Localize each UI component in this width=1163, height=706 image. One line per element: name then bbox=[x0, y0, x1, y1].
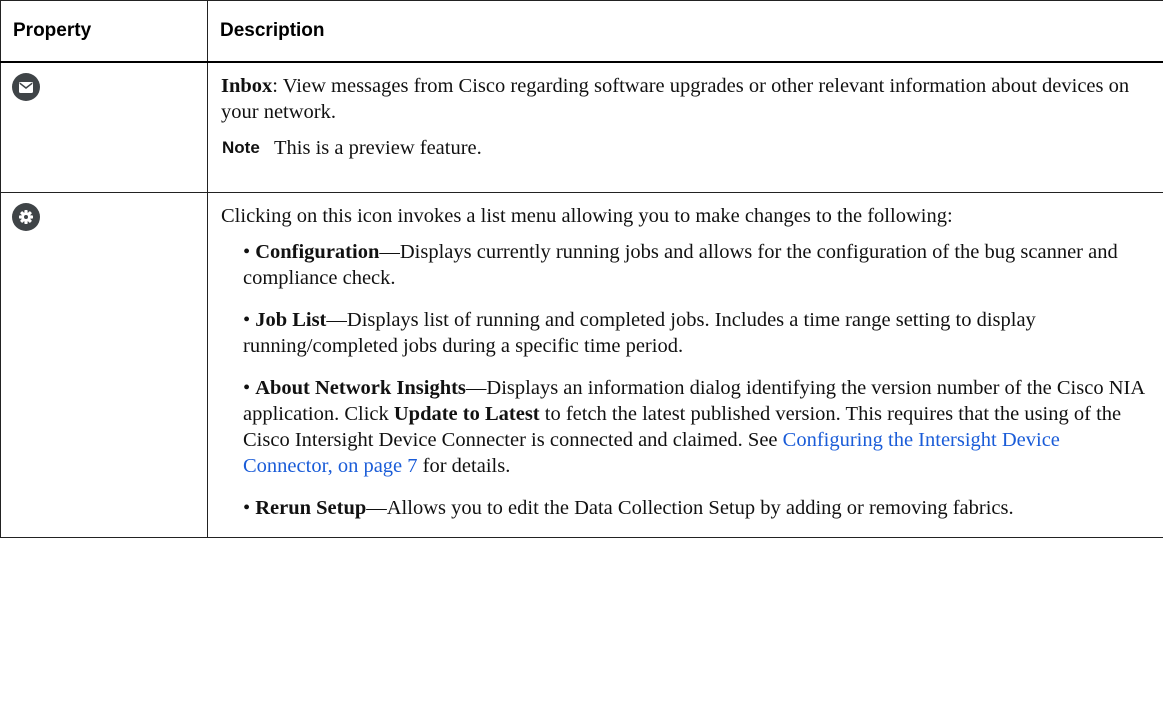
inbox-text: : View messages from Cisco regarding sof… bbox=[221, 75, 1130, 123]
header-description: Description bbox=[207, 0, 1163, 63]
settings-list: • Configuration—Displays currently runnin… bbox=[221, 239, 1149, 521]
inbox-title: Inbox bbox=[221, 75, 273, 97]
settings-intro: Clicking on this icon invokes a list men… bbox=[221, 205, 953, 227]
property-table: Property Description Inbox: View message… bbox=[0, 0, 1163, 538]
note: Note This is a preview feature. bbox=[221, 135, 1149, 192]
inbox-description: Inbox: View messages from Cisco regardin… bbox=[221, 73, 1149, 125]
bullet: • bbox=[243, 377, 251, 399]
list-item: • Job List—Displays list of running and c… bbox=[243, 307, 1149, 359]
bullet: • bbox=[243, 241, 251, 263]
item-term: Configuration bbox=[255, 241, 380, 263]
table-header-row: Property Description bbox=[0, 0, 1163, 63]
description-cell: Inbox: View messages from Cisco regardin… bbox=[207, 61, 1163, 193]
item-text: —Displays list of running and completed … bbox=[243, 309, 1036, 357]
list-item: • About Network Insights—Displays an info… bbox=[243, 375, 1149, 479]
property-cell bbox=[0, 61, 208, 193]
note-text: This is a preview feature. bbox=[274, 137, 482, 159]
table-row: Clicking on this icon invokes a list men… bbox=[0, 192, 1163, 538]
envelope-icon[interactable] bbox=[12, 73, 40, 101]
gear-icon[interactable] bbox=[12, 203, 40, 231]
update-to-latest: Update to Latest bbox=[393, 403, 540, 425]
list-item: • Configuration—Displays currently runnin… bbox=[243, 239, 1149, 291]
bullet: • bbox=[243, 497, 251, 519]
item-term: Job List bbox=[255, 309, 327, 331]
bullet: • bbox=[243, 309, 251, 331]
note-label: Note bbox=[222, 138, 260, 157]
header-property: Property bbox=[0, 0, 208, 63]
item-text: for details. bbox=[417, 455, 511, 477]
item-text: —Allows you to edit the Data Collection … bbox=[366, 497, 1014, 519]
item-term: Rerun Setup bbox=[255, 497, 367, 519]
property-cell bbox=[0, 192, 208, 538]
item-term: About Network Insights bbox=[255, 377, 466, 399]
description-cell: Clicking on this icon invokes a list men… bbox=[207, 192, 1163, 538]
table-row: Inbox: View messages from Cisco regardin… bbox=[0, 61, 1163, 193]
list-item: • Rerun Setup—Allows you to edit the Data… bbox=[243, 495, 1149, 521]
